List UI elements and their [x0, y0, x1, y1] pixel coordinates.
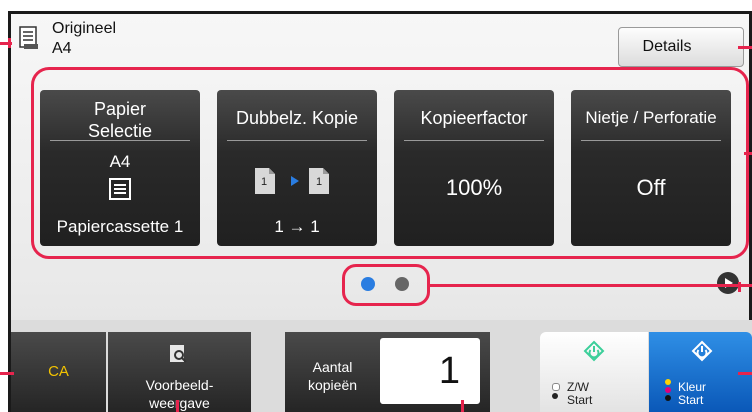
callout-marker-ca	[0, 372, 14, 375]
paper-select-size: A4	[109, 152, 131, 171]
copy-ratio-value: 100%	[445, 175, 503, 200]
paper-select-tray: Papiercassette 1	[56, 217, 184, 236]
start-diamond-icon	[583, 340, 605, 362]
bw-indicator-black	[552, 393, 558, 399]
bw-start-button[interactable]: Z/W Start	[540, 332, 648, 412]
page-dot-active[interactable]	[361, 277, 375, 291]
callout-marker-cards	[744, 152, 752, 155]
card-separator	[227, 140, 367, 141]
card-separator	[581, 140, 721, 141]
duplex-copy-mode: 1 → 1	[274, 217, 320, 236]
color-start-button[interactable]: Kleur Start	[649, 332, 752, 412]
pager-highlight-outline	[342, 264, 430, 306]
page-dot[interactable]	[395, 277, 409, 291]
original-document-icon[interactable]	[18, 26, 40, 50]
card-separator	[404, 140, 544, 141]
bw-start-label: Z/W Start	[567, 380, 593, 407]
svg-text:1: 1	[261, 176, 267, 188]
clear-all-label: CA	[48, 363, 69, 380]
copy-ratio-title: Kopieerfactor	[420, 108, 528, 128]
duplex-copy-title: Dubbelz. Kopie	[235, 108, 359, 128]
staple-punch-card[interactable]: Nietje / Perforatie Off	[571, 90, 731, 246]
paper-tray-icon	[109, 178, 131, 200]
original-title: Origineel	[52, 20, 117, 37]
copy-ratio-card[interactable]: Kopieerfactor 100%	[394, 90, 554, 246]
preview-label: Voorbeeld- weergave	[145, 377, 214, 411]
card-separator	[50, 140, 190, 141]
callout-marker-pager	[430, 284, 752, 287]
original-size: A4	[52, 40, 72, 57]
color-start-label: Kleur Start	[678, 380, 707, 407]
details-label: Details	[642, 38, 692, 55]
start-diamond-icon	[691, 340, 713, 362]
duplex-copy-icon: 1 1	[251, 164, 343, 198]
details-button[interactable]: Details	[618, 27, 744, 67]
callout-marker-copies	[461, 400, 464, 412]
callout-marker-next	[738, 282, 741, 292]
paper-select-card[interactable]: Papier Selectie A4 Papiercassette 1	[40, 90, 200, 246]
staple-punch-title: Nietje / Perforatie	[585, 108, 717, 127]
color-indicator-magenta	[665, 387, 671, 393]
callout-marker-preview	[176, 400, 179, 412]
copies-input[interactable]: 1	[380, 338, 480, 404]
copy-mode-screen: Origineel A4 Details Papier Selectie A4 …	[0, 0, 752, 412]
preview-button[interactable]: Voorbeeld- weergave	[108, 332, 251, 412]
color-indicator-yellow	[665, 379, 671, 385]
staple-punch-value: Off	[636, 175, 666, 200]
svg-text:1: 1	[316, 176, 322, 188]
duplex-copy-card[interactable]: Dubbelz. Kopie 1 1 1 → 1	[217, 90, 377, 246]
callout-marker-details	[738, 46, 752, 49]
bw-indicator-white	[552, 383, 560, 391]
callout-marker-original-tick	[8, 38, 11, 48]
callout-marker-start	[738, 372, 752, 375]
color-indicator-black	[665, 395, 671, 401]
paper-select-title: Papier Selectie	[87, 99, 153, 141]
next-page-icon[interactable]	[717, 272, 739, 294]
clear-all-button[interactable]: CA	[11, 332, 106, 412]
copies-label: Aantal kopieën	[307, 359, 358, 393]
preview-magnifier-icon	[168, 344, 188, 364]
